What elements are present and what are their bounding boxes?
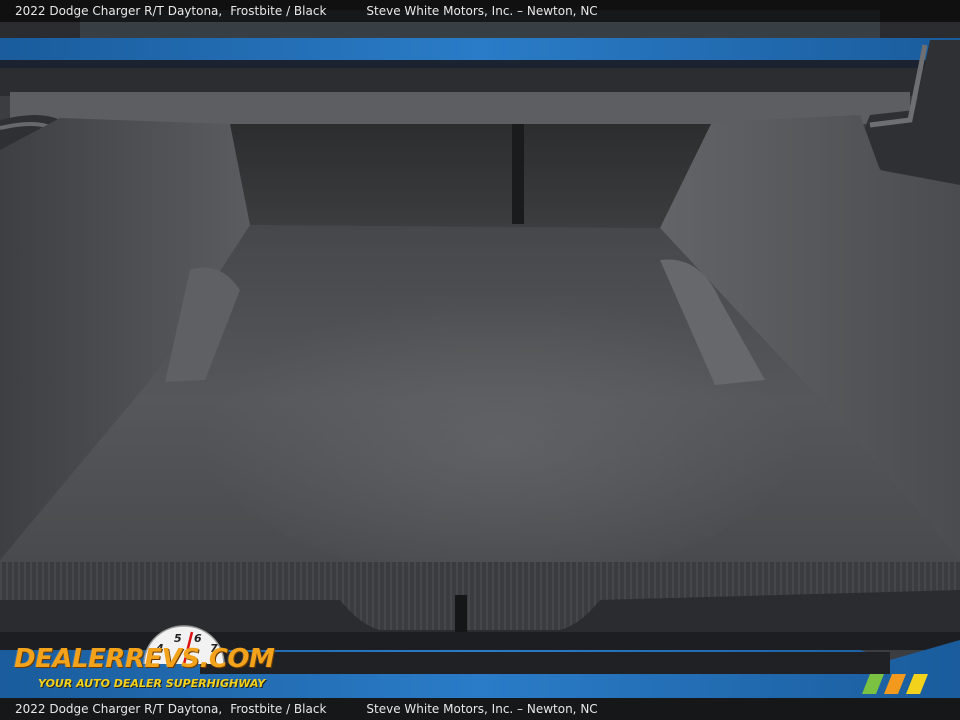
caption-vehicle: 2022 Dodge Charger R/T Daytona, [15,702,223,716]
dealerrevs-logo: DEALERREVS.COM [14,644,275,674]
trunk-latch [455,595,467,633]
caption-dealer: Steve White Motors, Inc. – Newton, NC [366,4,598,18]
trunk-photo [0,0,960,720]
caption-vehicle: 2022 Dodge Charger R/T Daytona, [15,4,223,18]
seatback-left [220,124,520,224]
caption-color: Frostbite / Black [230,4,327,18]
dealerrevs-watermark: 4 5 6 7 DEALERREVS.COM YOUR AUTO DEALER … [12,624,275,694]
caption-bar-top: 2022 Dodge Charger R/T Daytona, Frostbit… [0,0,960,22]
caption-dealer: Steve White Motors, Inc. – Newton, NC [366,702,598,716]
dealerrevs-tagline: YOUR AUTO DEALER SUPERHIGHWAY [38,677,266,690]
caption-color: Frostbite / Black [230,702,327,716]
caption-bar-bottom: 2022 Dodge Charger R/T Daytona, Frostbit… [0,698,960,720]
color-stripes-icon [862,674,928,694]
